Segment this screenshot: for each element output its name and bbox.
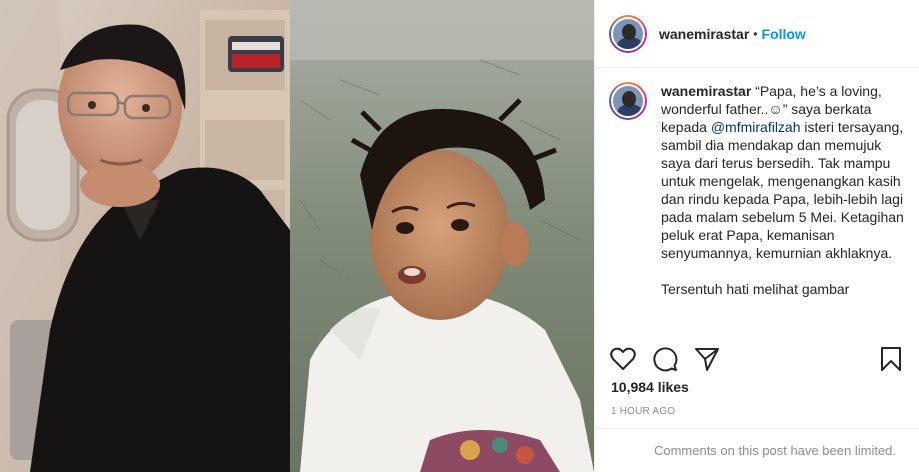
likes-count[interactable]: 10,984 likes	[611, 379, 689, 395]
post-side-panel: wanemirastar • Follow wanemirastar “Papa…	[594, 0, 919, 472]
comment-bubble-icon[interactable]	[651, 345, 679, 373]
header-avatar[interactable]	[609, 14, 647, 53]
post-timestamp[interactable]: 1 HOUR AGO	[611, 406, 675, 417]
caption-paragraph-2: Tersentuh hati melihat gambar	[661, 281, 850, 297]
avatar-image	[611, 84, 645, 118]
caption-line-2: isteri tersayang, sambil dia mendakap da…	[661, 119, 904, 261]
paper-plane-icon[interactable]	[693, 345, 721, 373]
header-username[interactable]: wanemirastar	[659, 26, 749, 42]
avatar-image	[611, 16, 645, 51]
avatar-face	[622, 23, 636, 40]
separator-dot: •	[753, 26, 758, 41]
post-image-collage	[0, 0, 594, 472]
caption-text: wanemirastar “Papa, he’s a loving, wonde…	[661, 82, 911, 334]
post-image[interactable]	[0, 0, 594, 472]
post-header: wanemirastar • Follow	[595, 0, 919, 68]
heart-icon[interactable]	[609, 345, 637, 373]
avatar-face	[622, 91, 636, 107]
caption: wanemirastar “Papa, he’s a loving, wonde…	[609, 82, 911, 334]
caption-username[interactable]: wanemirastar	[661, 83, 751, 99]
comments-limited-notice: Comments on this post have been limited.	[653, 443, 897, 458]
follow-button[interactable]: Follow	[761, 26, 805, 42]
bookmark-icon[interactable]	[877, 345, 905, 373]
post-actions	[609, 344, 905, 374]
caption-avatar[interactable]	[609, 82, 647, 120]
comments-bar: Comments on this post have been limited.	[595, 428, 919, 472]
caption-mention[interactable]: @mfmirafilzah	[711, 119, 801, 135]
